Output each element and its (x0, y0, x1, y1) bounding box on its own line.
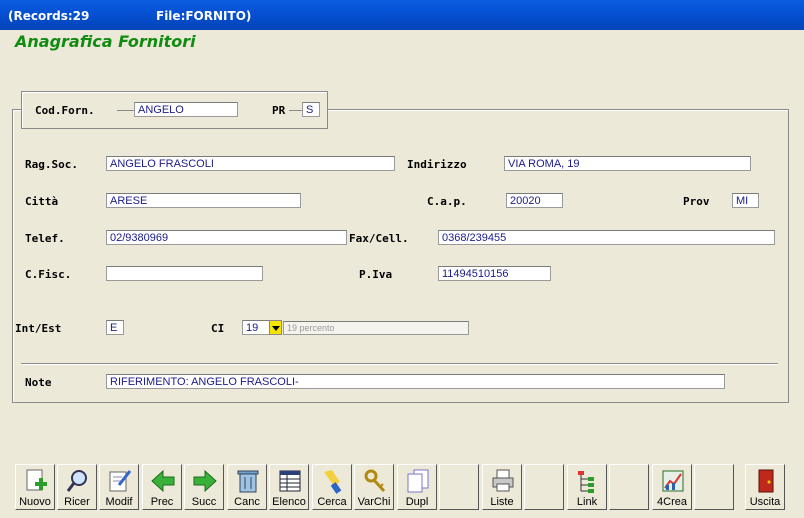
varchi-label: VarChi (357, 496, 391, 508)
citta-label: Città (25, 195, 59, 208)
4crea-label: 4Crea (657, 496, 687, 508)
telef-label: Telef. (25, 232, 65, 245)
exit-door-icon (758, 469, 774, 493)
flashlight-icon (324, 470, 342, 494)
citta-field[interactable]: ARESE (106, 193, 301, 208)
elenco-label: Elenco (272, 496, 306, 508)
succ-label: Succ (191, 496, 217, 508)
cerca-label: Cerca (317, 496, 347, 508)
modif-button[interactable]: Modif (99, 464, 139, 510)
prov-field[interactable]: MI (732, 193, 759, 208)
toolbar: Nuovo Ricer Modif Prec Succ Canc Elenco (15, 464, 795, 512)
file-name: File:FORNITO) (156, 9, 252, 23)
chart-create-icon (662, 470, 684, 492)
link-button[interactable]: Link (567, 464, 607, 510)
prec-button[interactable]: Prec (142, 464, 182, 510)
cfisc-label: C.Fisc. (25, 268, 72, 281)
liste-label: Liste (490, 496, 514, 508)
ricer-button[interactable]: Ricer (57, 464, 97, 510)
empty-button-4[interactable] (694, 464, 734, 510)
dupl-button[interactable]: Dupl (397, 464, 437, 510)
ci-select[interactable]: 19 (242, 320, 270, 335)
canc-label: Canc (234, 496, 260, 508)
ci-description: 19 percento (283, 321, 469, 335)
table-icon (279, 470, 301, 492)
records-count: (Records:29 (8, 9, 90, 23)
keys-icon (364, 469, 386, 493)
piva-label: P.Iva (359, 268, 393, 281)
empty-button-3[interactable] (609, 464, 649, 510)
pr-label: PR (272, 104, 286, 117)
indirizzo-field[interactable]: VIA ROMA, 19 (504, 156, 751, 171)
cfisc-field[interactable] (106, 266, 263, 281)
connector-line (289, 110, 302, 111)
int-est-field[interactable]: E (106, 320, 124, 335)
varchi-button[interactable]: VarChi (354, 464, 394, 510)
nuovo-label: Nuovo (19, 496, 51, 508)
edit-doc-icon (109, 470, 132, 492)
arrow-left-icon (151, 469, 175, 493)
4crea-button[interactable]: 4Crea (652, 464, 692, 510)
prec-label: Prec (150, 496, 174, 508)
divider (21, 363, 778, 364)
dupl-label: Dupl (405, 496, 429, 508)
ci-label: CI (211, 322, 225, 335)
pr-field[interactable]: S (302, 102, 320, 117)
empty-button-2[interactable] (524, 464, 564, 510)
arrow-right-icon (193, 469, 217, 493)
cerca-button[interactable]: Cerca (312, 464, 352, 510)
title-bar: (Records:29 File:FORNITO) (0, 0, 804, 30)
piva-field[interactable]: 11494510156 (438, 266, 551, 281)
modif-label: Modif (105, 496, 133, 508)
note-field[interactable]: RIFERIMENTO: ANGELO FRASCOLI- (106, 374, 725, 389)
uscita-label: Uscita (749, 496, 781, 508)
note-label: Note (25, 376, 52, 389)
empty-button-1[interactable] (439, 464, 479, 510)
cod-forn-field[interactable]: ANGELO (134, 102, 238, 117)
cod-forn-label: Cod.Forn. (35, 104, 95, 117)
tree-icon (578, 471, 594, 493)
indirizzo-label: Indirizzo (407, 158, 467, 171)
new-doc-icon (26, 469, 47, 491)
chevron-down-icon[interactable] (269, 320, 282, 335)
main-frame (12, 109, 789, 403)
elenco-button[interactable]: Elenco (269, 464, 309, 510)
int-est-label: Int/Est (15, 322, 62, 335)
link-label: Link (576, 496, 598, 508)
rag-soc-field[interactable]: ANGELO FRASCOLI (106, 156, 395, 171)
prov-label: Prov (683, 195, 710, 208)
form-title: Anagrafica Fornitori (15, 32, 196, 51)
telef-field[interactable]: 02/9380969 (106, 230, 347, 245)
duplicate-icon (407, 469, 429, 493)
connector-line (117, 110, 134, 111)
liste-button[interactable]: Liste (482, 464, 522, 510)
uscita-button[interactable]: Uscita (745, 464, 785, 510)
printer-icon (492, 469, 514, 492)
form-area: Anagrafica Fornitori Cod.Forn. ANGELO PR… (4, 30, 800, 514)
nuovo-button[interactable]: Nuovo (15, 464, 55, 510)
fax-label: Fax/Cell. (349, 232, 409, 245)
fax-field[interactable]: 0368/239455 (438, 230, 775, 245)
cap-label: C.a.p. (427, 195, 467, 208)
trash-icon (237, 470, 259, 493)
ricer-label: Ricer (64, 496, 90, 508)
cap-field[interactable]: 20020 (506, 193, 563, 208)
canc-button[interactable]: Canc (227, 464, 267, 510)
magnifier-icon (66, 470, 87, 492)
rag-soc-label: Rag.Soc. (25, 158, 78, 171)
succ-button[interactable]: Succ (184, 464, 224, 510)
